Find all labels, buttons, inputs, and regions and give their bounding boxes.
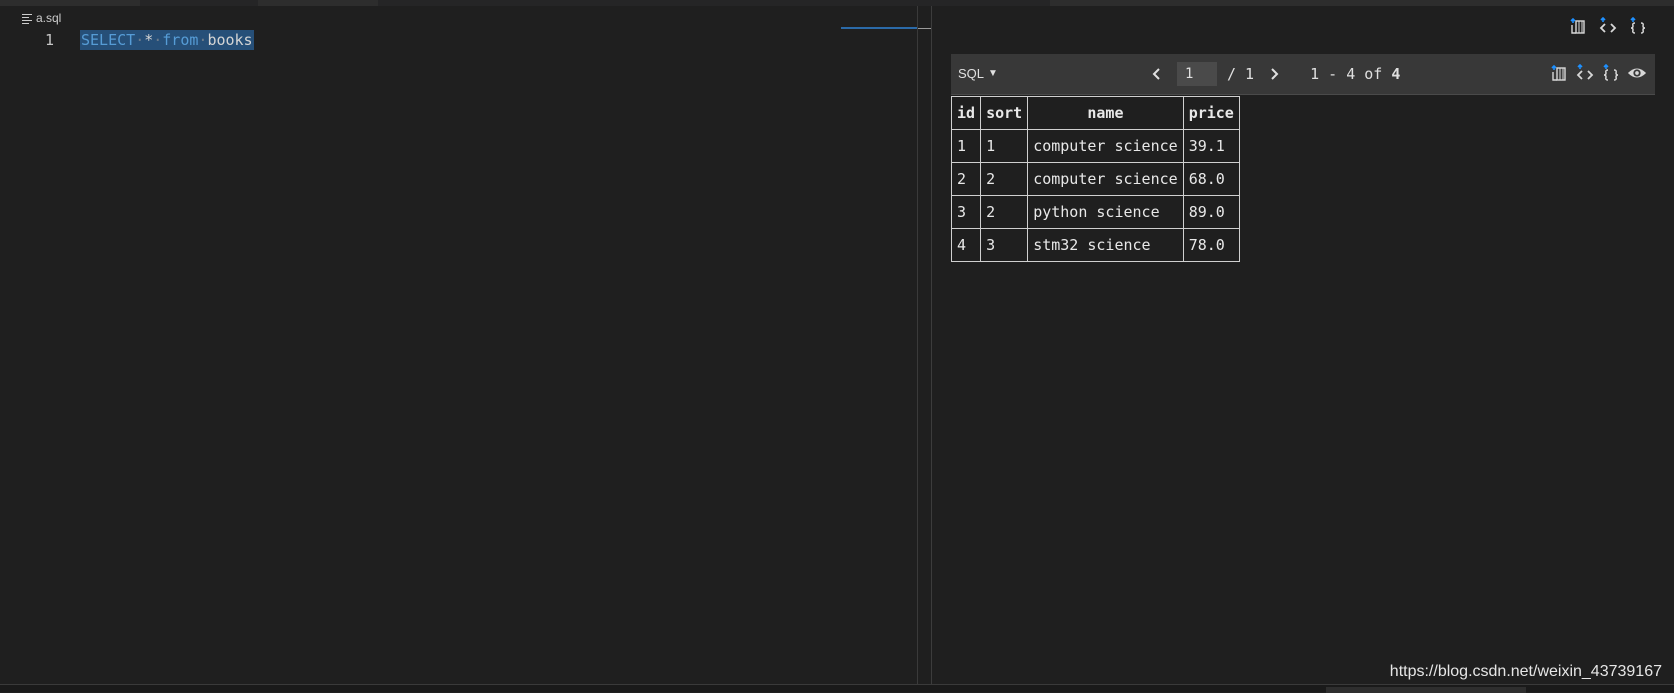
eye-icon[interactable] (1627, 63, 1647, 83)
results-top-actions (1568, 16, 1648, 36)
total-pages: / 1 (1227, 65, 1255, 83)
table-cell[interactable]: python science (1027, 195, 1184, 229)
chevron-left-icon (1152, 68, 1160, 80)
scrollbar-thumb[interactable] (1326, 687, 1526, 693)
sql-editor[interactable]: a.sql 1 SELECT·*·from·books (0, 6, 931, 684)
table-cell[interactable]: computer science (1027, 162, 1184, 196)
table-cell[interactable]: computer science (1027, 129, 1184, 163)
file-lines-icon (22, 13, 32, 24)
table-cell[interactable]: 78.0 (1182, 228, 1240, 262)
table-cell[interactable]: 2 (980, 162, 1029, 196)
table-row: 1 1 computer science 39.1 (950, 129, 1240, 163)
breadcrumb-file-name[interactable]: a.sql (36, 11, 61, 25)
results-table: id sort name price 1 1 computer science … (950, 96, 1240, 262)
table-cell[interactable]: 3 (950, 195, 982, 229)
results-toolbar: SQL ▼ / 1 1 - 4 of 4 (951, 54, 1655, 95)
export-icon[interactable] (1568, 16, 1588, 36)
json-icon[interactable] (1628, 16, 1648, 36)
json-icon[interactable] (1601, 63, 1621, 83)
table-row: 3 2 python science 89.0 (950, 195, 1240, 229)
watermark-url: https://blog.csdn.net/weixin_43739167 (1389, 663, 1662, 680)
export-icon[interactable] (1549, 63, 1569, 83)
code-selection[interactable]: SELECT·*·from·books (80, 30, 254, 50)
table-cell[interactable]: 2 (980, 195, 1029, 229)
caret-down-icon: ▼ (988, 68, 998, 79)
next-page-button[interactable] (1264, 64, 1284, 84)
table-header-row: id sort name price (950, 96, 1240, 130)
table-cell[interactable]: 2 (950, 162, 982, 196)
row-total: 4 (1391, 65, 1401, 83)
editor-scrollbar[interactable] (917, 6, 931, 684)
table-cell[interactable]: 3 (980, 228, 1029, 262)
code-line[interactable]: 1 SELECT·*·from·books (0, 30, 917, 50)
row-range: 1 - 4 of 4 (1310, 65, 1400, 83)
breadcrumb[interactable]: a.sql (22, 10, 61, 26)
column-header-sort[interactable]: sort (980, 96, 1029, 130)
table-row: 4 3 stm32 science 78.0 (950, 228, 1240, 262)
results-pane: SQL ▼ / 1 1 - 4 of 4 (932, 6, 1674, 684)
horizontal-scrollbar[interactable] (0, 684, 1674, 693)
language-dropdown-label: SQL (958, 66, 985, 81)
column-header-name[interactable]: name (1027, 96, 1184, 130)
table-cell[interactable]: 1 (950, 129, 982, 163)
code-icon[interactable] (1575, 63, 1595, 83)
code-operator: * (144, 31, 154, 49)
code-keyword-from: from (162, 31, 199, 49)
code-keyword-select: SELECT (81, 31, 136, 49)
code-identifier: books (207, 31, 253, 49)
toolbar-actions (1549, 63, 1647, 83)
row-range-text: 1 - 4 of (1310, 65, 1383, 83)
language-dropdown[interactable]: SQL ▼ (958, 66, 998, 81)
minimap-indicator[interactable] (841, 27, 917, 29)
table-cell[interactable]: stm32 science (1027, 228, 1184, 262)
column-header-id[interactable]: id (950, 96, 982, 130)
column-header-price[interactable]: price (1182, 96, 1240, 130)
pager: / 1 1 - 4 of 4 (1147, 62, 1400, 86)
table-cell[interactable]: 68.0 (1182, 162, 1240, 196)
table-cell[interactable]: 4 (950, 228, 982, 262)
prev-page-button[interactable] (1147, 64, 1167, 84)
table-cell[interactable]: 39.1 (1182, 129, 1240, 163)
page-number-input[interactable] (1177, 62, 1217, 86)
table-cell[interactable]: 89.0 (1182, 195, 1240, 229)
table-row: 2 2 computer science 68.0 (950, 162, 1240, 196)
code-icon[interactable] (1598, 16, 1618, 36)
chevron-right-icon (1271, 68, 1279, 80)
scrollbar-marker (918, 28, 931, 29)
table-cell[interactable]: 1 (980, 129, 1029, 163)
line-number: 1 (44, 31, 54, 49)
